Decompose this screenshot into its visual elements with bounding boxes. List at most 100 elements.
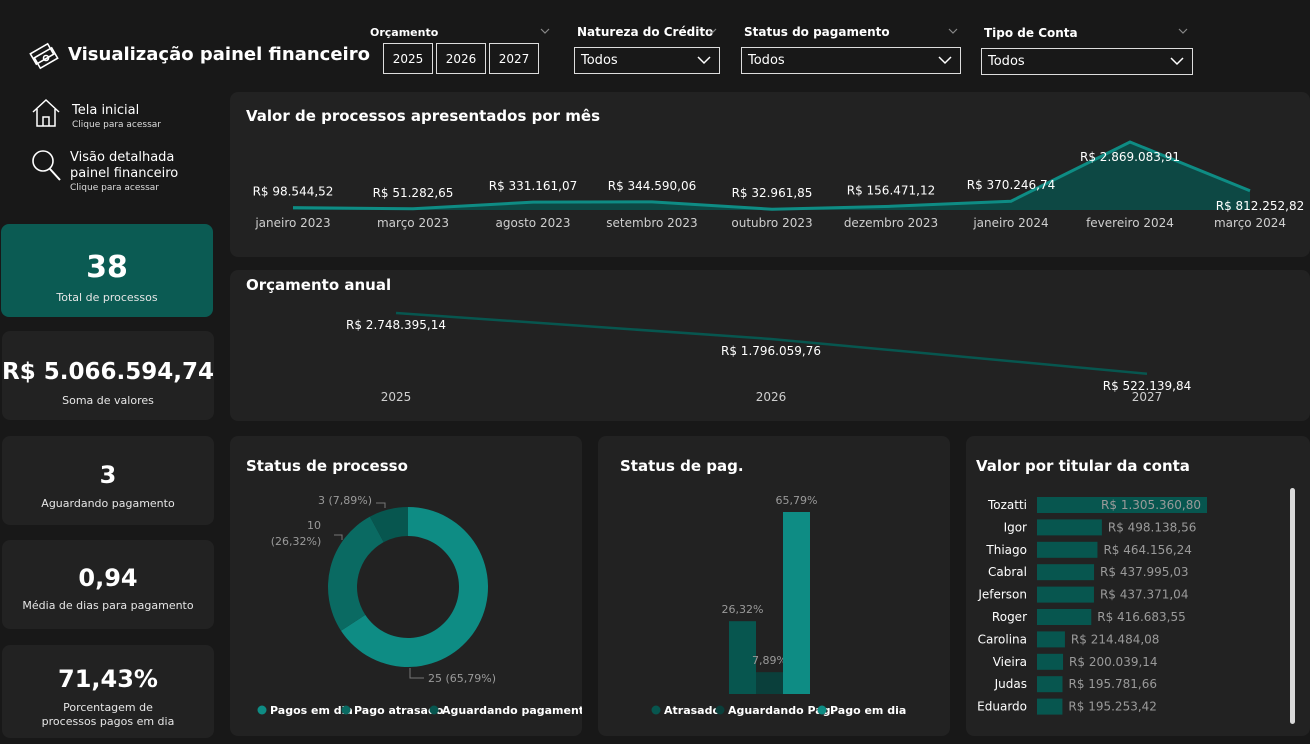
donut-data-label: 3 (7,89%): [318, 494, 372, 507]
monthly-data-label: R$ 2.869.083,91: [1080, 150, 1180, 164]
titular-category-label: Carolina: [978, 632, 1027, 646]
legend-marker: [651, 705, 661, 715]
donut-leader-line: [409, 668, 424, 679]
donut-leader-line: [334, 534, 343, 540]
kpi-total-processos: 38 Total de processos: [1, 224, 213, 317]
titular-category-label: Jeferson: [977, 588, 1027, 602]
chevron-down-icon[interactable]: [948, 28, 958, 34]
donut-data-label: (26,32%): [271, 535, 322, 548]
monthly-tick-label: setembro 2023: [606, 216, 697, 230]
monthly-tick-label: fevereiro 2024: [1086, 216, 1174, 230]
titular-data-label: R$ 464.156,24: [1103, 543, 1192, 557]
monthly-tick-label: março 2024: [1214, 216, 1286, 230]
monthly-tick-label: janeiro 2023: [254, 216, 330, 230]
page-title: Visualização painel financeiro: [68, 44, 370, 65]
natureza-filter-label: Natureza do Crédito: [577, 25, 714, 39]
titular-bar: [1037, 676, 1063, 693]
kpi-media-dias: 0,94 Média de dias para pagamento: [2, 540, 214, 629]
titular-category-label: Roger: [992, 610, 1027, 624]
kpi-total-value: 38: [86, 250, 128, 285]
year-button-2027[interactable]: 2027: [489, 43, 539, 74]
annual-tick-label: 2025: [381, 390, 412, 404]
status-pag-bar-chart: 26,32%7,89%65,79%Atrasado Aguardando Pag.…: [651, 494, 906, 717]
titular-data-label: R$ 416.683,55: [1097, 610, 1186, 624]
annual-data-label: R$ 1.796.059,76: [721, 344, 821, 358]
donut-slice: [328, 516, 384, 631]
status-bar: [756, 672, 783, 694]
nav-detail-button[interactable]: Visão detalhada painel financeiro Clique…: [28, 146, 198, 198]
chevron-down-icon[interactable]: [540, 28, 550, 34]
monthly-data-label: R$ 32.961,85: [732, 186, 813, 200]
titular-data-label: R$ 437.371,04: [1100, 588, 1189, 602]
legend-marker: [429, 705, 439, 715]
legend-marker: [715, 705, 725, 715]
chevron-down-icon: [697, 56, 711, 65]
legend-marker: [341, 705, 351, 715]
legend-marker: [257, 705, 267, 715]
legend-label: Aguardando pagamento: [442, 704, 582, 717]
monthly-data-label: R$ 344.590,06: [608, 179, 697, 193]
kpi-porcentagem: 71,43% Porcentagem de processos pagos em…: [2, 645, 214, 738]
status-pagamento-filter-label: Status do pagamento: [744, 25, 890, 39]
titular-data-label: R$ 437.995,03: [1100, 565, 1189, 579]
titular-bar: [1037, 541, 1098, 558]
annual-data-label: R$ 522.139,84: [1103, 379, 1192, 393]
titular-category-label: Thiago: [985, 543, 1027, 557]
titular-category-label: Judas: [994, 677, 1027, 691]
year-button-2026[interactable]: 2026: [436, 43, 486, 74]
orcamento-filter-label: Orçamento: [370, 26, 439, 39]
kpi-aguardando-value: 3: [99, 461, 117, 489]
kpi-soma-label: Soma de valores: [62, 394, 154, 407]
monthly-data-label: R$ 156.471,12: [847, 183, 936, 197]
status-bar-data-label: 7,89%: [752, 654, 787, 667]
status-bar-data-label: 65,79%: [776, 494, 818, 507]
nav-detail-title-line2: painel financeiro: [70, 166, 179, 181]
titular-data-label: R$ 195.253,42: [1068, 700, 1157, 714]
nav-detail-title-line1: Visão detalhada: [70, 150, 175, 165]
valor-titular-bar-chart: Tozatti R$ 1.305.360,80 Igor R$ 498.138,56 T…: [977, 497, 1207, 715]
valor-titular-scrollbar[interactable]: [1290, 488, 1295, 724]
chevron-down-icon: [1170, 57, 1184, 66]
titular-category-label: Igor: [1004, 520, 1027, 534]
monthly-data-label: R$ 98.544,52: [253, 185, 334, 199]
search-icon: [32, 150, 61, 181]
donut-leader-line: [376, 502, 386, 508]
monthly-tick-label: outubro 2023: [731, 216, 812, 230]
annual-line-chart: 2025 2026 2027R$ 2.748.395,14R$ 1.796.059,…: [346, 311, 1192, 404]
titular-data-label: R$ 1.305.360,80: [1101, 498, 1201, 512]
tipo-conta-dropdown[interactable]: Todos: [981, 48, 1193, 75]
titular-data-label: R$ 200.039,14: [1069, 655, 1158, 669]
nav-detail-subtitle: Clique para acessar: [70, 183, 159, 193]
titular-bar: [1037, 609, 1092, 625]
monthly-chart-card: Valor de processos apresentados por mês …: [230, 92, 1310, 257]
titular-bar: [1037, 631, 1065, 648]
monthly-data-label: R$ 370.246,74: [967, 178, 1056, 192]
titular-category-label: Vieira: [993, 655, 1027, 669]
legend-marker: [817, 705, 827, 715]
natureza-dropdown[interactable]: Todos: [574, 47, 720, 74]
kpi-media-value: 0,94: [78, 564, 138, 592]
donut-data-label: 10: [307, 519, 321, 532]
kpi-total-label: Total de processos: [56, 291, 158, 304]
nav-home-subtitle: Clique para acessar: [72, 120, 161, 130]
monthly-data-label: R$ 331.161,07: [489, 179, 578, 193]
tipo-conta-dropdown-value: Todos: [988, 54, 1025, 69]
nav-home-title: Tela inicial: [72, 103, 140, 118]
annual-tick-label: 2026: [756, 390, 787, 404]
donut-data-label: 25 (65,79%): [428, 672, 496, 685]
annual-chart-card: Orçamento anual 2025 2026 2027 R$ 2.748.395…: [230, 270, 1310, 421]
chevron-down-icon[interactable]: [1178, 28, 1188, 34]
titular-bar: [1037, 653, 1064, 670]
natureza-dropdown-value: Todos: [581, 53, 618, 68]
titular-category-label: Tozatti: [987, 498, 1027, 512]
kpi-aguardando-label: Aguardando pagamento: [41, 497, 175, 510]
status-pagamento-dropdown[interactable]: Todos: [741, 47, 961, 74]
chevron-down-icon[interactable]: [707, 28, 717, 34]
titular-data-label: R$ 498.138,56: [1108, 520, 1197, 534]
year-button-2025[interactable]: 2025: [383, 43, 433, 74]
nav-home-button[interactable]: Tela inicial Clique para acessar: [28, 98, 188, 134]
status-bar-data-label: 26,32%: [722, 603, 764, 616]
titular-bar: [1037, 698, 1063, 715]
monthly-area-chart: janeiro 2023 março 2023 agosto 2023 setembr…: [253, 140, 1304, 230]
kpi-soma-value: R$ 5.066.594,74: [2, 359, 214, 385]
